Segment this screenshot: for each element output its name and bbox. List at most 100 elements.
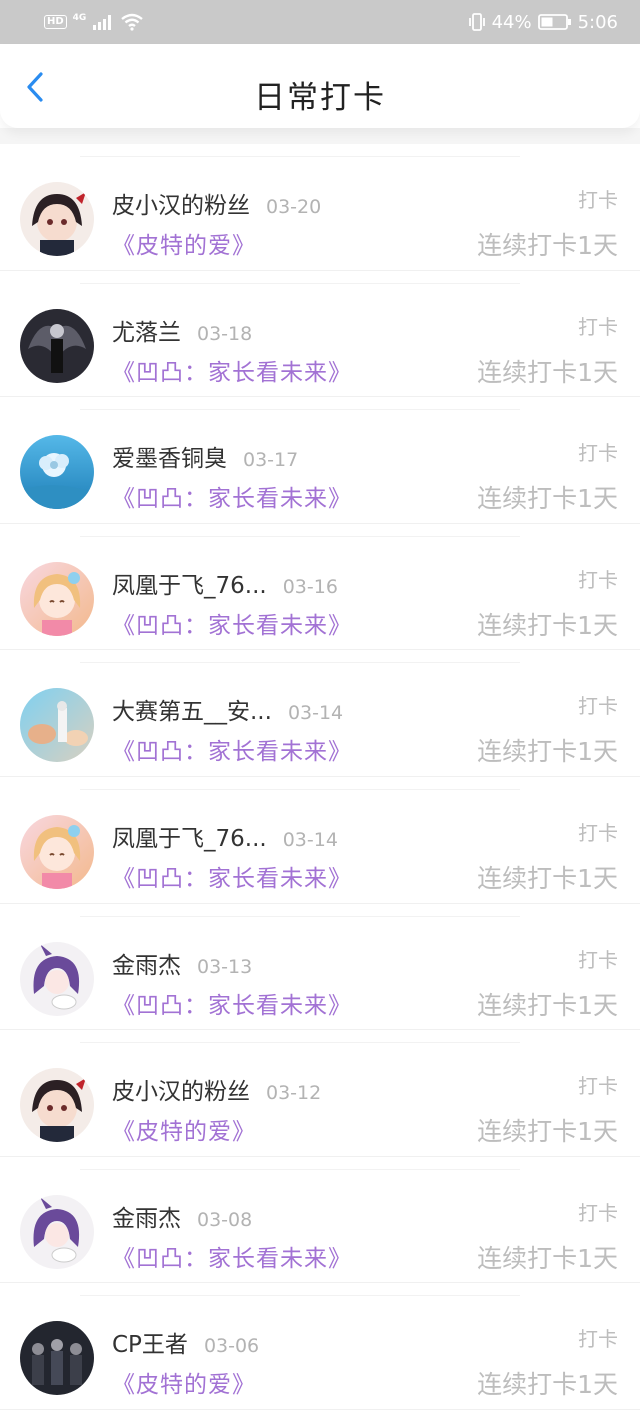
book-title-link[interactable]: 《凹凸：家长看未来》 [112, 986, 352, 1020]
avatar[interactable] [20, 814, 94, 889]
post-date: 03-14 [287, 702, 344, 725]
name-line: 尤落兰 03-18 [112, 313, 252, 347]
streak-text: 连续打卡1天 [477, 484, 618, 514]
book-title-link[interactable]: 《凹凸：家长看未来》 [112, 479, 352, 513]
checkin-row[interactable]: 凤凰于飞_76... 03-14 《凹凸：家长看未来》 打卡连续打卡1天 [0, 777, 640, 904]
book-title-link[interactable]: 《皮特的爱》 [112, 1112, 256, 1146]
checkin-row[interactable]: 尤落兰 03-18 《凹凸：家长看未来》 打卡 连续打卡1天 [0, 271, 640, 398]
checkin-row[interactable]: 金雨杰 03-08 《凹凸：家长看未来》 打卡连续打卡1天 [0, 1157, 640, 1284]
avatar[interactable] [20, 561, 94, 636]
post-date: 03-12 [266, 1082, 322, 1105]
streak-text: 连续打卡1天 [477, 1370, 618, 1400]
user-name[interactable]: 皮小汉的粉丝 [112, 186, 250, 220]
row-divider [80, 282, 520, 284]
row-divider [80, 662, 520, 664]
checkin-label: 打卡 [578, 1200, 618, 1225]
nav-header: 日常打卡 [0, 44, 640, 128]
name-line: 凤凰于飞_76... 03-16 [112, 566, 338, 600]
post-date: 03-16 [282, 575, 338, 598]
post-date: 03-13 [197, 955, 253, 978]
book-title-link[interactable]: 《皮特的爱》 [112, 1365, 256, 1399]
checkin-label: 打卡 [578, 1074, 618, 1099]
avatar[interactable] [20, 182, 94, 256]
checkin-row[interactable]: 皮小汉的粉丝 03-20 《皮特的爱》 打卡连续打卡1天 [0, 144, 640, 271]
name-line: 皮小汉的粉丝 03-12 [112, 1072, 321, 1106]
streak-text: 连续打卡1天 [477, 990, 618, 1020]
post-date: 03-20 [266, 196, 322, 218]
avatar[interactable] [20, 941, 94, 1016]
book-title-link[interactable]: 《凹凸：家长看未来》 [112, 1239, 352, 1273]
post-date: 03-14 [282, 828, 338, 851]
book-title-link[interactable]: 《凹凸：家长看未来》 [112, 732, 352, 766]
checkin-row[interactable]: 皮小汉的粉丝 03-12 《皮特的爱》 打卡连续打卡1天 [0, 1030, 640, 1157]
name-line: 凤凰于飞_76... 03-14 [112, 819, 338, 853]
avatar[interactable] [20, 435, 94, 510]
user-name[interactable]: 金雨杰 [112, 946, 181, 980]
battery-icon [537, 14, 571, 30]
streak-text: 连续打卡1天 [477, 610, 618, 640]
battery-percent: 44% [491, 11, 532, 33]
avatar[interactable] [20, 1068, 94, 1143]
name-line: 金雨杰 03-08 [112, 1199, 252, 1233]
wifi-icon [121, 13, 144, 31]
checkin-row[interactable]: CP王者 03-06 《皮特的爱》 打卡 连续打卡1天 [0, 1283, 640, 1410]
avatar[interactable] [20, 688, 94, 763]
name-line: 皮小汉的粉丝 03-20 [112, 186, 321, 220]
user-name[interactable]: 大赛第五__安... [112, 692, 272, 726]
name-line: 金雨杰 03-13 [112, 946, 252, 980]
post-date: 03-17 [243, 449, 299, 472]
checkin-list: 皮小汉的粉丝 03-20 《皮特的爱》 打卡 连续打卡1天 尤落兰 03-18 《凹凸：家长看… [0, 144, 640, 1410]
checkin-label: 打卡 [578, 694, 618, 719]
status-left: HD 4G [44, 13, 144, 31]
name-line: 大赛第五__安... 03-14 [112, 692, 343, 726]
status-right: 44% 5:06 [468, 12, 618, 33]
checkin-row[interactable]: 大赛第五__安... 03-14 《凹凸：家长看未来》 打卡连续打卡1天 [0, 650, 640, 777]
row-divider [80, 156, 520, 157]
user-name[interactable]: 凤凰于飞_76... [112, 566, 267, 600]
user-name[interactable]: 凤凰于飞_76... [112, 819, 267, 853]
streak-text: 连续打卡1天 [477, 1243, 618, 1273]
post-date: 03-08 [197, 1208, 253, 1231]
row-divider [80, 535, 520, 537]
book-title-link[interactable]: 《凹凸：家长看未来》 [112, 606, 352, 640]
streak-text: 连续打卡1天 [477, 863, 618, 893]
user-name[interactable]: 金雨杰 [112, 1199, 181, 1233]
streak-text: 连续打卡1天 [477, 231, 618, 260]
row-divider [80, 915, 520, 917]
checkin-label: 打卡 [578, 947, 618, 972]
book-title-link[interactable]: 《凹凸：家长看未来》 [112, 353, 352, 387]
clock: 5:06 [577, 11, 618, 33]
avatar[interactable] [20, 308, 94, 383]
header-divider [0, 128, 640, 144]
streak-text: 连续打卡1天 [477, 737, 618, 767]
checkin-label: 打卡 [578, 567, 618, 592]
checkin-row[interactable]: 爱墨香铜臭 03-17 《凹凸：家长看未来》 打卡连续打卡1天 [0, 397, 640, 524]
checkin-label: 打卡 [578, 188, 618, 212]
user-name[interactable]: 尤落兰 [112, 313, 181, 347]
streak-text: 连续打卡1天 [477, 1117, 618, 1147]
status-bar: HD 4G 44% 5:06 [0, 0, 640, 44]
checkin-row[interactable]: 金雨杰 03-13 《凹凸：家长看未来》 打卡连续打卡1天 [0, 904, 640, 1031]
page-title: 日常打卡 [254, 80, 386, 116]
checkin-label: 打卡 [578, 441, 618, 466]
checkin-label: 打卡 [578, 820, 618, 845]
avatar[interactable] [20, 1321, 94, 1396]
post-date: 03-18 [197, 322, 253, 345]
book-title-link[interactable]: 《凹凸：家长看未来》 [112, 859, 352, 893]
book-title-link[interactable]: 《皮特的爱》 [112, 226, 256, 260]
name-line: CP王者 03-06 [112, 1325, 259, 1359]
checkin-row[interactable]: 凤凰于飞_76... 03-16 《凹凸：家长看未来》 打卡连续打卡1天 [0, 524, 640, 651]
user-name[interactable]: 皮小汉的粉丝 [112, 1072, 250, 1106]
row-divider [80, 1295, 520, 1297]
network-type: 4G [72, 13, 87, 23]
row-divider [80, 788, 520, 790]
user-name[interactable]: CP王者 [112, 1325, 188, 1359]
user-name[interactable]: 爱墨香铜臭 [112, 439, 227, 473]
vibrate-icon [468, 13, 485, 31]
row-divider [80, 1042, 520, 1044]
row-divider [80, 1168, 520, 1170]
signal-icon [93, 15, 112, 30]
avatar[interactable] [20, 1194, 94, 1269]
row-divider [80, 409, 520, 411]
checkin-label: 打卡 [578, 314, 618, 339]
